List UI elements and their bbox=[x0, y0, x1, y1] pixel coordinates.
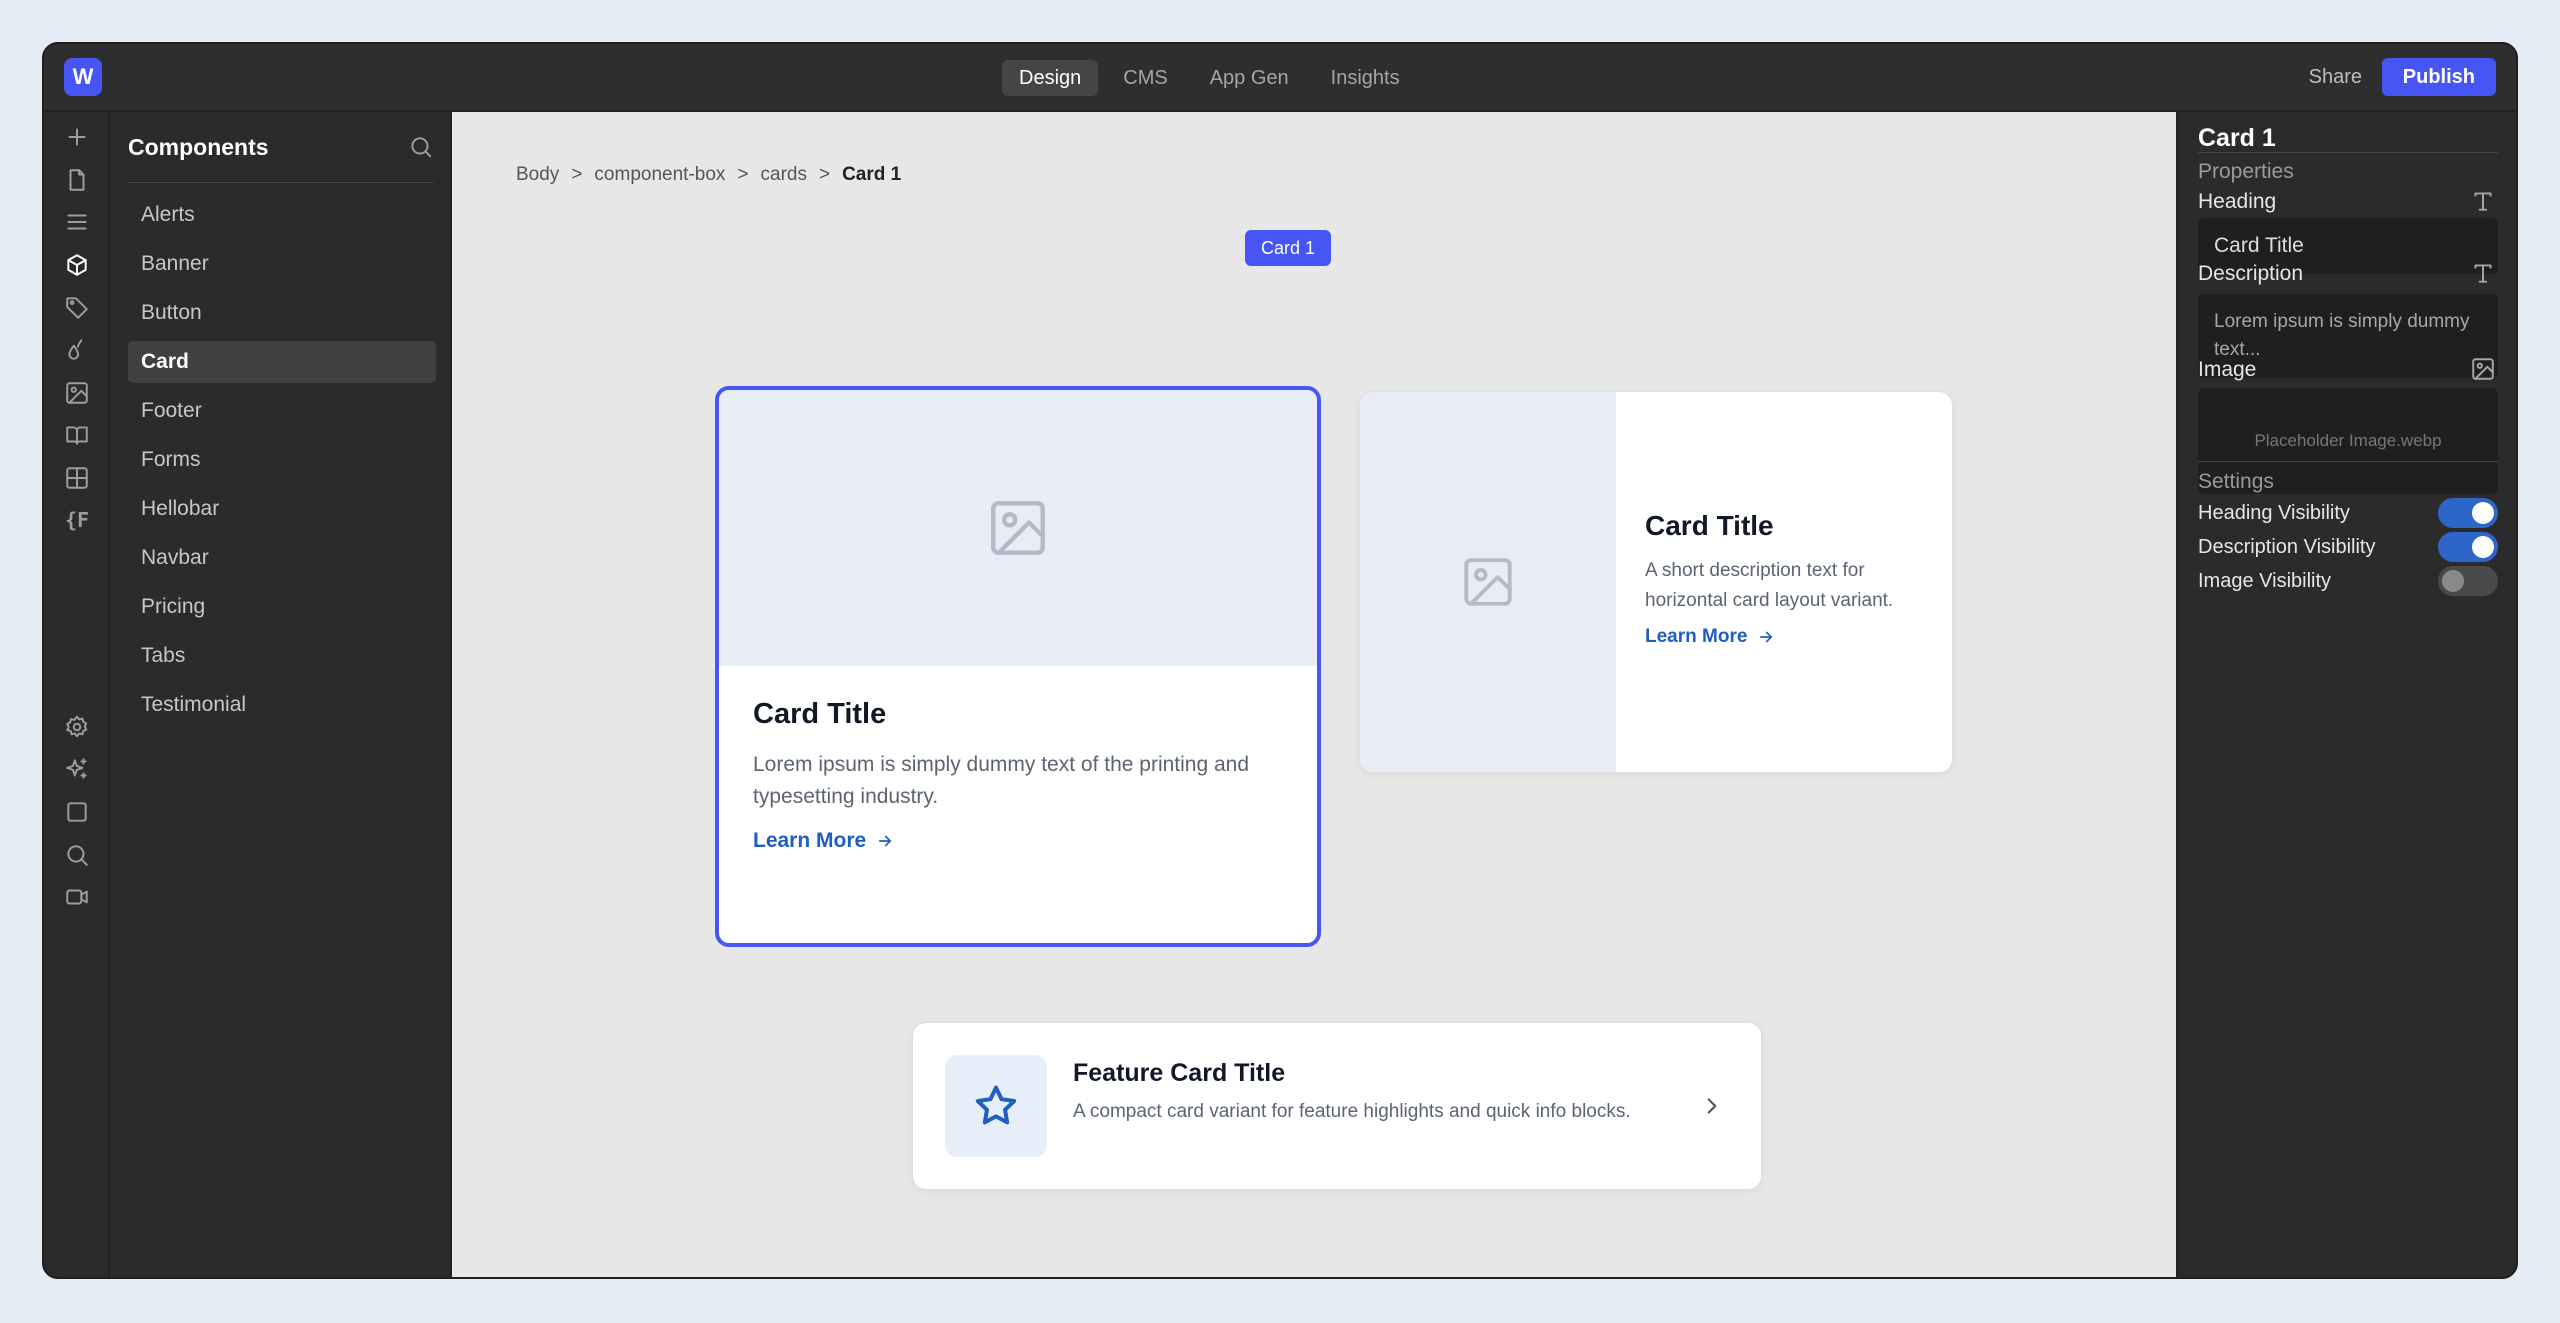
component-item-button[interactable]: Button bbox=[128, 292, 436, 334]
breadcrumb-item-body[interactable]: Body bbox=[516, 164, 559, 186]
page-icon[interactable] bbox=[64, 167, 90, 193]
image-icon[interactable] bbox=[64, 380, 90, 406]
tab-design[interactable]: Design bbox=[1002, 60, 1099, 96]
star-icon bbox=[975, 1085, 1017, 1125]
learn-more-label: Learn More bbox=[1645, 626, 1748, 647]
card-description: A short description text for horizontal … bbox=[1645, 560, 1894, 611]
component-item-hellobar[interactable]: Hellobar bbox=[128, 488, 436, 530]
settings-icon[interactable] bbox=[64, 714, 90, 740]
image-placeholder-icon bbox=[991, 501, 1045, 555]
search-icon[interactable] bbox=[64, 842, 90, 868]
mode-tabs: Design CMS App Gen Insights bbox=[1002, 60, 1417, 96]
components-panel: Components Alerts Banner Button Card Foo… bbox=[110, 112, 452, 1277]
properties-section-label: Properties bbox=[2198, 160, 2294, 183]
breadcrumb-item-cards[interactable]: cards bbox=[761, 164, 807, 186]
text-type-icon bbox=[2470, 260, 2496, 286]
component-item-testimonial[interactable]: Testimonial bbox=[128, 684, 436, 726]
card-image-placeholder bbox=[1360, 392, 1616, 772]
properties-panel-title: Card 1 bbox=[2198, 124, 2276, 152]
card-title: Card Title bbox=[753, 698, 887, 730]
component-item-banner[interactable]: Banner bbox=[128, 243, 436, 285]
variables-icon[interactable]: {F bbox=[64, 507, 90, 533]
share-button[interactable]: Share bbox=[2309, 66, 2362, 89]
heading-visibility-label: Heading Visibility bbox=[2198, 501, 2350, 524]
card-horizontal[interactable]: Card Title A short description text for … bbox=[1359, 391, 1953, 773]
component-item-alerts[interactable]: Alerts bbox=[128, 194, 436, 236]
plus-icon[interactable] bbox=[64, 124, 90, 150]
learn-more-link[interactable]: Learn More bbox=[753, 829, 1283, 853]
divider bbox=[2198, 152, 2498, 153]
tab-insights[interactable]: Insights bbox=[1314, 60, 1417, 96]
heading-label: Heading bbox=[2198, 190, 2277, 213]
search-icon[interactable] bbox=[408, 134, 434, 160]
publish-button[interactable]: Publish bbox=[2381, 58, 2496, 96]
feature-card-title: Feature Card Title bbox=[1073, 1059, 1286, 1087]
card-title: Card Title bbox=[1645, 510, 1774, 541]
arrow-right-icon bbox=[879, 835, 892, 847]
breadcrumb-separator: > bbox=[818, 164, 831, 185]
feature-icon-box bbox=[945, 1055, 1047, 1157]
description-label: Description bbox=[2198, 262, 2304, 285]
feature-card-description: A compact card variant for feature highl… bbox=[1073, 1101, 1631, 1122]
component-item-tabs[interactable]: Tabs bbox=[128, 635, 436, 677]
card-description: Lorem ipsum is simply dummy text of the … bbox=[753, 753, 1250, 808]
breadcrumb-item-component-box[interactable]: component-box bbox=[594, 164, 725, 186]
top-bar: W Design CMS App Gen Insights Share Publ… bbox=[44, 44, 2516, 112]
breadcrumb-separator: > bbox=[571, 164, 583, 185]
breadcrumb: Body > component-box > cards > Card 1 bbox=[516, 164, 901, 186]
cube-icon[interactable] bbox=[64, 252, 90, 278]
components-panel-title: Components bbox=[128, 134, 269, 160]
heading-visibility-toggle[interactable] bbox=[2438, 498, 2498, 528]
settings-section-label: Settings bbox=[2198, 470, 2274, 493]
component-item-pricing[interactable]: Pricing bbox=[128, 586, 436, 628]
tab-app-gen[interactable]: App Gen bbox=[1193, 60, 1306, 96]
description-visibility-label: Description Visibility bbox=[2198, 535, 2376, 558]
app-window: W Design CMS App Gen Insights Share Publ… bbox=[42, 42, 2518, 1279]
divider bbox=[2198, 461, 2498, 462]
image-placeholder-icon bbox=[1464, 558, 1512, 606]
icon-rail: {F bbox=[44, 112, 110, 1277]
divider bbox=[128, 182, 434, 183]
drops-icon[interactable] bbox=[64, 337, 90, 363]
card-image-placeholder bbox=[719, 390, 1317, 666]
components-list: Alerts Banner Button Card Footer Forms H… bbox=[128, 194, 436, 733]
properties-panel: Card 1 Properties Heading Card Title Des… bbox=[2176, 112, 2516, 1277]
feature-card[interactable]: Feature Card Title A compact card varian… bbox=[912, 1022, 1762, 1190]
design-canvas[interactable]: Body > component-box > cards > Card 1 Ca… bbox=[452, 112, 2176, 1277]
video-icon[interactable] bbox=[64, 884, 90, 910]
component-item-forms[interactable]: Forms bbox=[128, 439, 436, 481]
description-visibility-row: Description Visibility bbox=[2198, 532, 2498, 562]
component-item-navbar[interactable]: Navbar bbox=[128, 537, 436, 579]
card-vertical-selected[interactable]: Card Title Lorem ipsum is simply dummy t… bbox=[715, 386, 1321, 947]
menu-icon[interactable] bbox=[64, 209, 90, 235]
tag-icon[interactable] bbox=[64, 294, 90, 320]
selection-badge: Card 1 bbox=[1245, 230, 1332, 266]
sparkle-icon[interactable] bbox=[64, 756, 90, 782]
square-icon[interactable] bbox=[64, 799, 90, 825]
text-type-icon bbox=[2470, 188, 2496, 214]
arrow-right-icon bbox=[1760, 631, 1773, 643]
learn-more-label: Learn More bbox=[753, 829, 867, 852]
tab-cms[interactable]: CMS bbox=[1106, 60, 1184, 96]
app-logo[interactable]: W bbox=[64, 58, 102, 96]
heading-visibility-row: Heading Visibility bbox=[2198, 498, 2498, 528]
chevron-right-icon[interactable] bbox=[1699, 1093, 1725, 1119]
component-item-card[interactable]: Card bbox=[128, 341, 436, 383]
book-icon[interactable] bbox=[64, 422, 90, 448]
learn-more-link[interactable]: Learn More bbox=[1645, 626, 1935, 648]
image-label: Image bbox=[2198, 358, 2257, 381]
description-visibility-toggle[interactable] bbox=[2438, 532, 2498, 562]
grid-icon[interactable] bbox=[64, 465, 90, 491]
breadcrumb-separator: > bbox=[737, 164, 749, 185]
image-icon[interactable] bbox=[2470, 356, 2496, 382]
component-item-footer[interactable]: Footer bbox=[128, 390, 436, 432]
image-visibility-label: Image Visibility bbox=[2198, 569, 2332, 592]
image-visibility-row: Image Visibility bbox=[2198, 566, 2498, 596]
breadcrumb-item-current: Card 1 bbox=[842, 164, 902, 185]
image-visibility-toggle[interactable] bbox=[2438, 566, 2498, 596]
